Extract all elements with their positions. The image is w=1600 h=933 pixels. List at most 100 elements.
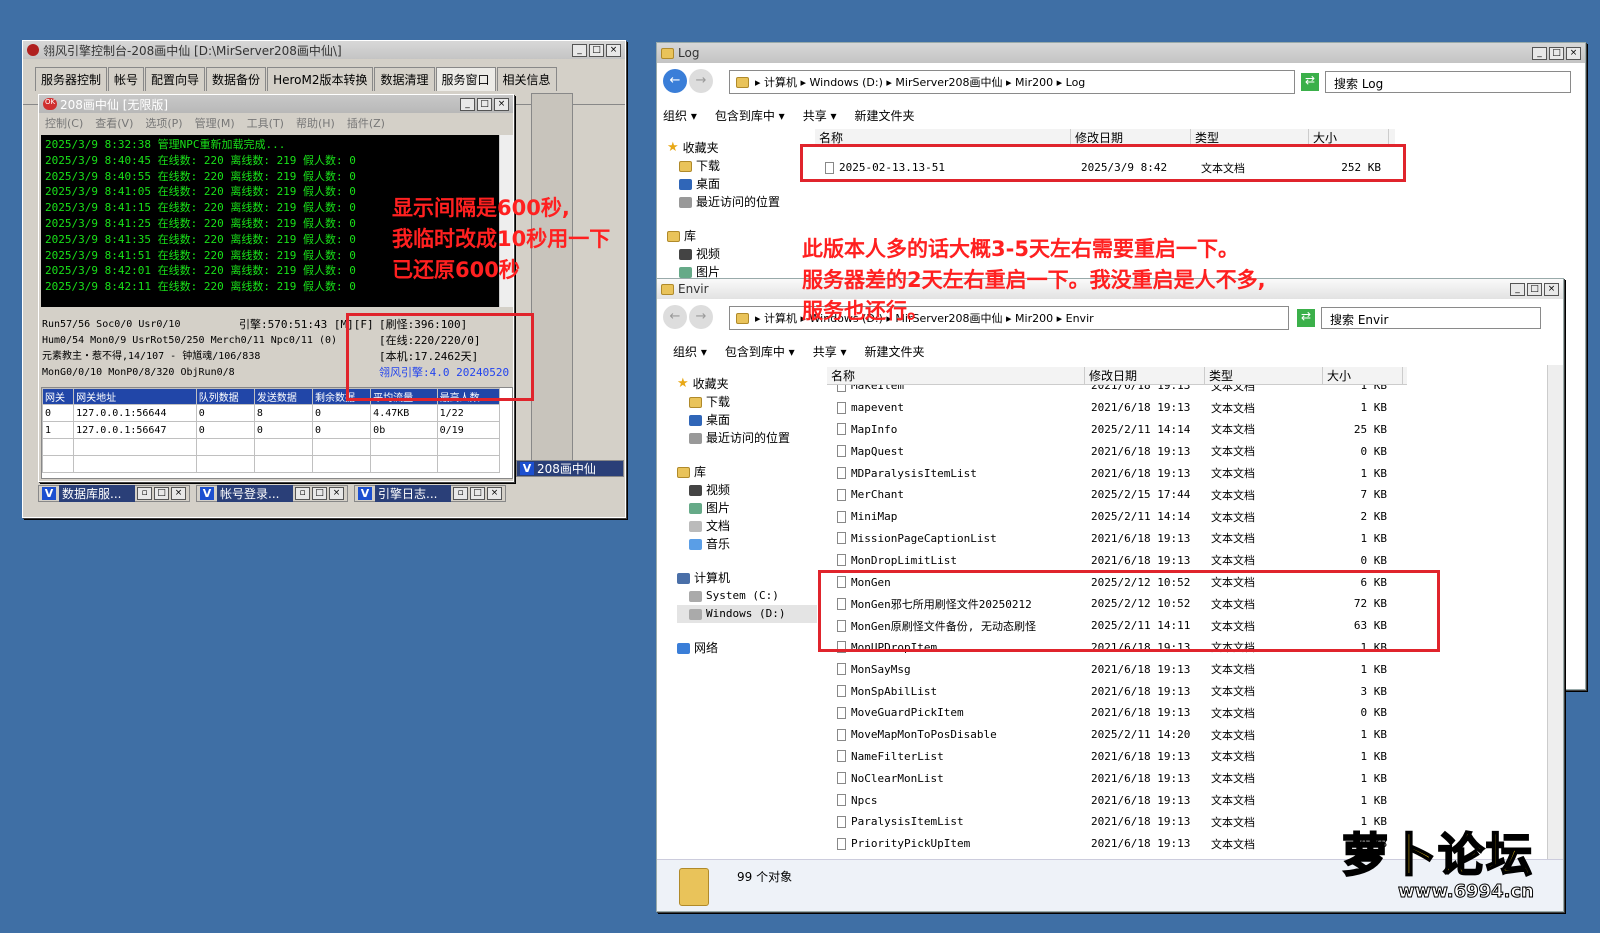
task-db[interactable]: V 数据库服... ▫ □ × [38, 485, 190, 502]
task-max-button[interactable]: □ [470, 487, 485, 500]
task-close-button[interactable]: × [329, 487, 344, 500]
menu-tools[interactable]: 工具(T) [247, 115, 284, 131]
new-folder-button[interactable]: 新建文件夹 [855, 107, 915, 124]
col-name[interactable]: 名称 [827, 367, 1085, 384]
menu-control[interactable]: 控制(C) [45, 115, 83, 131]
nav-computer[interactable]: 计算机 [677, 569, 817, 587]
nav-downloads[interactable]: 下载 [667, 157, 807, 175]
log-minimize-button[interactable]: _ [1532, 46, 1547, 60]
task-close-button[interactable]: × [487, 487, 502, 500]
nav-downloads[interactable]: 下载 [677, 393, 817, 411]
log-search-input[interactable]: 搜索 Log [1325, 71, 1571, 93]
col-size[interactable]: 大小 [1323, 367, 1403, 384]
refresh-icon[interactable]: ⇄ [1301, 73, 1319, 91]
back-button[interactable]: ← [663, 69, 687, 93]
file-row[interactable]: MakeItem 2021/6/18 19:13 文本文档 1 KB [827, 385, 1527, 397]
nav-recent[interactable]: 最近访问的位置 [667, 193, 807, 211]
menu-view[interactable]: 查看(V) [95, 115, 133, 131]
file-row[interactable]: MapQuest 2021/6/18 19:13 文本文档 0 KB [827, 440, 1527, 462]
share-button[interactable]: 共享 ▾ [803, 107, 837, 124]
m2-titlebar[interactable]: OK 208画中仙 [无限版] _ □ × [39, 95, 513, 113]
new-folder-button[interactable]: 新建文件夹 [865, 343, 925, 360]
task-account[interactable]: V 帐号登录... ▫ □ × [196, 485, 348, 502]
tab-backup[interactable]: 数据备份 [206, 67, 267, 91]
nav-pictures[interactable]: 图片 [677, 499, 817, 517]
task-engine-log[interactable]: V 引擎日志... ▫ □ × [354, 485, 506, 502]
share-button[interactable]: 共享 ▾ [813, 343, 847, 360]
envir-search-input[interactable]: 搜索 Envir [1321, 307, 1541, 329]
nav-favorites[interactable]: ★ 收藏夹 [667, 139, 807, 157]
tab-related-info[interactable]: 相关信息 [496, 67, 557, 91]
file-row[interactable]: Npcs 2021/6/18 19:13 文本文档 1 KB [827, 789, 1527, 811]
tab-data-clean[interactable]: 数据清理 [374, 67, 435, 91]
file-row[interactable]: MonSayMsg 2021/6/18 19:13 文本文档 1 KB [827, 658, 1527, 680]
file-row[interactable]: MonSpAbilList 2021/6/18 19:13 文本文档 3 KB [827, 680, 1527, 702]
nav-drive-d[interactable]: Windows (D:) [677, 605, 817, 623]
tab-account[interactable]: 帐号 [108, 67, 145, 91]
gate-row[interactable]: 1 127.0.0.1:56647 0 0 0 0b 0/19 [42, 421, 501, 439]
file-row[interactable]: MiniMap 2025/2/11 14:14 文本文档 2 KB [827, 506, 1527, 528]
gate-col-header[interactable]: 队列数据 [195, 388, 255, 405]
envir-scrollbar[interactable] [1547, 365, 1563, 859]
m2-maximize-button[interactable]: □ [477, 97, 492, 111]
nav-library[interactable]: 库 [667, 227, 807, 245]
file-row[interactable]: mapevent 2021/6/18 19:13 文本文档 1 KB [827, 397, 1527, 419]
organize-button[interactable]: 组织 ▾ [663, 107, 697, 124]
envir-maximize-button[interactable]: □ [1527, 282, 1542, 296]
tab-service-window[interactable]: 服务窗口 [435, 67, 496, 91]
menu-help[interactable]: 帮助(H) [296, 115, 335, 131]
nav-desktop[interactable]: 桌面 [677, 411, 817, 429]
task-max-button[interactable]: □ [312, 487, 327, 500]
maximize-button[interactable]: □ [589, 43, 604, 57]
refresh-icon[interactable]: ⇄ [1297, 309, 1315, 327]
m2-minimize-button[interactable]: _ [460, 97, 475, 111]
include-library-button[interactable]: 包含到库中 ▾ [725, 343, 795, 360]
log-close-button[interactable]: × [1566, 46, 1581, 60]
tab-config-wizard[interactable]: 配置向导 [145, 67, 206, 91]
nav-music[interactable]: 音乐 [677, 535, 817, 553]
nav-favorites[interactable]: ★ 收藏夹 [677, 375, 817, 393]
file-row[interactable]: MerChant 2025/2/15 17:44 文本文档 7 KB [827, 484, 1527, 506]
nav-desktop[interactable]: 桌面 [667, 175, 807, 193]
task-restore-button[interactable]: ▫ [453, 487, 468, 500]
envir-minimize-button[interactable]: _ [1510, 282, 1525, 296]
menu-manage[interactable]: 管理(M) [195, 115, 235, 131]
file-row[interactable]: NoClearMonList 2021/6/18 19:13 文本文档 1 KB [827, 767, 1527, 789]
file-row[interactable]: MDParalysisItemList 2021/6/18 19:13 文本文档 1 … [827, 462, 1527, 484]
nav-drive-c[interactable]: System (C:) [677, 587, 817, 605]
log-titlebar[interactable]: Log _ □ × [657, 43, 1585, 63]
back-button[interactable]: ← [663, 305, 687, 329]
envir-close-button[interactable]: × [1544, 282, 1559, 296]
include-library-button[interactable]: 包含到库中 ▾ [715, 107, 785, 124]
file-row[interactable]: MissionPageCaptionList 2021/6/18 19:13 文本文… [827, 528, 1527, 550]
nav-network[interactable]: 网络 [677, 639, 817, 657]
nav-videos[interactable]: 视频 [677, 481, 817, 499]
log-maximize-button[interactable]: □ [1549, 46, 1564, 60]
menu-plugins[interactable]: 插件(Z) [347, 115, 385, 131]
gate-col-header[interactable]: 发送数据 [253, 388, 314, 405]
forward-button[interactable]: → [689, 305, 713, 329]
file-row[interactable]: MoveMapMonToPosDisable 2025/2/11 14:20 文本文… [827, 724, 1527, 746]
organize-button[interactable]: 组织 ▾ [673, 343, 707, 360]
menu-options[interactable]: 选项(P) [145, 115, 182, 131]
nav-recent[interactable]: 最近访问的位置 [677, 429, 817, 447]
nav-library[interactable]: 库 [677, 463, 817, 481]
file-row[interactable]: MonDropLimitList 2021/6/18 19:13 文本文档 0 KB [827, 549, 1527, 571]
gate-row[interactable]: 0 127.0.0.1:56644 0 8 0 4.47KB 1/22 [42, 404, 501, 422]
log-address-bar[interactable]: ▸ 计算机 ▸ Windows (D:) ▸ MirServer208画中仙 ▸… [729, 70, 1295, 94]
m2-close-button[interactable]: × [494, 97, 509, 111]
file-row[interactable]: MapInfo 2025/2/11 14:14 文本文档 25 KB [827, 419, 1527, 441]
task-restore-button[interactable]: ▫ [295, 487, 310, 500]
tab-herom2[interactable]: HeroM2版本转换 [267, 67, 374, 91]
forward-button[interactable]: → [689, 69, 713, 93]
tab-server-control[interactable]: 服务器控制 [35, 67, 108, 91]
nav-documents[interactable]: 文档 [677, 517, 817, 535]
col-date[interactable]: 修改日期 [1085, 367, 1205, 384]
minimize-button[interactable]: _ [572, 43, 587, 57]
task-restore-button[interactable]: ▫ [137, 487, 152, 500]
file-row[interactable]: MoveGuardPickItem 2021/6/18 19:13 文本文档 0 KB [827, 702, 1527, 724]
gate-col-header[interactable]: 网关地址 [73, 388, 197, 405]
console-titlebar[interactable]: 翎风引擎控制台-208画中仙 [D:\MirServer208画中仙\] _ □ × [23, 41, 625, 59]
side-task-button[interactable]: V 208画中仙 [516, 460, 624, 477]
nav-videos[interactable]: 视频 [667, 245, 807, 263]
